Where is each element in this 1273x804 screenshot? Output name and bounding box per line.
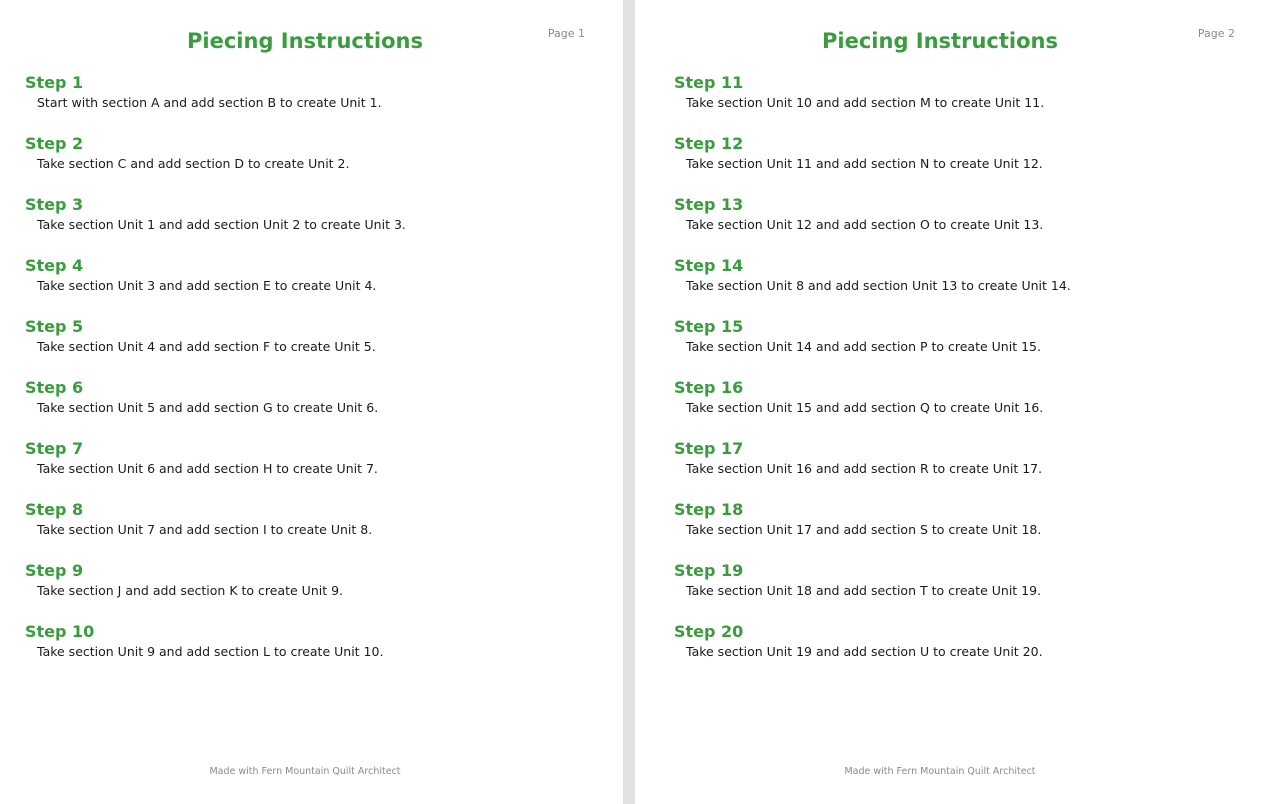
step-title: Step 11 — [674, 73, 744, 92]
step-item: Step 11 Take section Unit 10 and add sec… — [674, 72, 1263, 133]
step-item: Step 2 Take section C and add section D … — [25, 133, 613, 194]
step-instruction: Take section Unit 5 and add section G to… — [37, 400, 379, 415]
step-title: Step 12 — [674, 134, 744, 153]
step-item: Step 19 Take section Unit 18 and add sec… — [674, 560, 1263, 621]
step-list: Step 1 Start with section A and add sect… — [25, 72, 613, 682]
step-instruction: Take section Unit 18 and add section T t… — [686, 583, 1042, 598]
step-item: Step 16 Take section Unit 15 and add sec… — [674, 377, 1263, 438]
step-item: Step 10 Take section Unit 9 and add sect… — [25, 621, 613, 682]
step-item: Step 17 Take section Unit 16 and add sec… — [674, 438, 1263, 499]
step-instruction: Take section Unit 15 and add section Q t… — [686, 400, 1044, 415]
step-instruction: Take section J and add section K to crea… — [37, 583, 344, 598]
step-item: Step 9 Take section J and add section K … — [25, 560, 613, 621]
step-instruction: Take section Unit 9 and add section L to… — [37, 644, 384, 659]
page-footer: Made with Fern Mountain Quilt Architect — [844, 766, 1036, 777]
step-title: Step 18 — [674, 500, 744, 519]
step-title: Step 13 — [674, 195, 744, 214]
step-title: Step 14 — [674, 256, 744, 275]
step-item: Step 12 Take section Unit 11 and add sec… — [674, 133, 1263, 194]
step-item: Step 8 Take section Unit 7 and add secti… — [25, 499, 613, 560]
step-title: Step 5 — [25, 317, 84, 336]
step-instruction: Take section Unit 4 and add section F to… — [37, 339, 376, 354]
page-1: Piecing Instructions Page 1 Step 1 Start… — [0, 0, 623, 804]
step-instruction: Take section Unit 7 and add section I to… — [37, 522, 373, 537]
step-title: Step 9 — [25, 561, 84, 580]
step-list: Step 11 Take section Unit 10 and add sec… — [674, 72, 1263, 682]
step-title: Step 8 — [25, 500, 84, 519]
step-title: Step 10 — [25, 622, 95, 641]
step-instruction: Take section Unit 19 and add section U t… — [686, 644, 1043, 659]
page-number: Page 1 — [547, 27, 585, 40]
step-instruction: Take section Unit 11 and add section N t… — [686, 156, 1043, 171]
step-instruction: Take section C and add section D to crea… — [37, 156, 350, 171]
step-item: Step 5 Take section Unit 4 and add secti… — [25, 316, 613, 377]
step-item: Step 6 Take section Unit 5 and add secti… — [25, 377, 613, 438]
step-instruction: Take section Unit 10 and add section M t… — [686, 95, 1045, 110]
step-title: Step 6 — [25, 378, 84, 397]
step-instruction: Take section Unit 14 and add section P t… — [686, 339, 1041, 354]
page-title: Piecing Instructions — [187, 29, 423, 53]
step-item: Step 4 Take section Unit 3 and add secti… — [25, 255, 613, 316]
page-title: Piecing Instructions — [822, 29, 1058, 53]
step-item: Step 1 Start with section A and add sect… — [25, 72, 613, 133]
step-instruction: Take section Unit 1 and add section Unit… — [37, 217, 406, 232]
page-footer: Made with Fern Mountain Quilt Architect — [209, 766, 401, 777]
step-item: Step 13 Take section Unit 12 and add sec… — [674, 194, 1263, 255]
page-2: Piecing Instructions Page 2 Step 11 Take… — [635, 0, 1273, 804]
step-item: Step 15 Take section Unit 14 and add sec… — [674, 316, 1263, 377]
step-instruction: Take section Unit 8 and add section Unit… — [686, 278, 1071, 293]
step-title: Step 17 — [674, 439, 744, 458]
step-instruction: Start with section A and add section B t… — [37, 95, 382, 110]
step-title: Step 7 — [25, 439, 84, 458]
step-title: Step 19 — [674, 561, 744, 580]
step-title: Step 3 — [25, 195, 84, 214]
step-item: Step 14 Take section Unit 8 and add sect… — [674, 255, 1263, 316]
step-title: Step 16 — [674, 378, 744, 397]
step-item: Step 3 Take section Unit 1 and add secti… — [25, 194, 613, 255]
step-instruction: Take section Unit 12 and add section O t… — [686, 217, 1044, 232]
step-instruction: Take section Unit 16 and add section R t… — [686, 461, 1043, 476]
step-instruction: Take section Unit 17 and add section S t… — [686, 522, 1042, 537]
step-item: Step 18 Take section Unit 17 and add sec… — [674, 499, 1263, 560]
step-title: Step 20 — [674, 622, 744, 641]
step-title: Step 4 — [25, 256, 84, 275]
step-title: Step 1 — [25, 73, 84, 92]
step-item: Step 7 Take section Unit 6 and add secti… — [25, 438, 613, 499]
step-instruction: Take section Unit 3 and add section E to… — [37, 278, 377, 293]
page-number: Page 2 — [1197, 27, 1235, 40]
step-item: Step 20 Take section Unit 19 and add sec… — [674, 621, 1263, 682]
step-title: Step 2 — [25, 134, 84, 153]
step-title: Step 15 — [674, 317, 744, 336]
step-instruction: Take section Unit 6 and add section H to… — [37, 461, 378, 476]
